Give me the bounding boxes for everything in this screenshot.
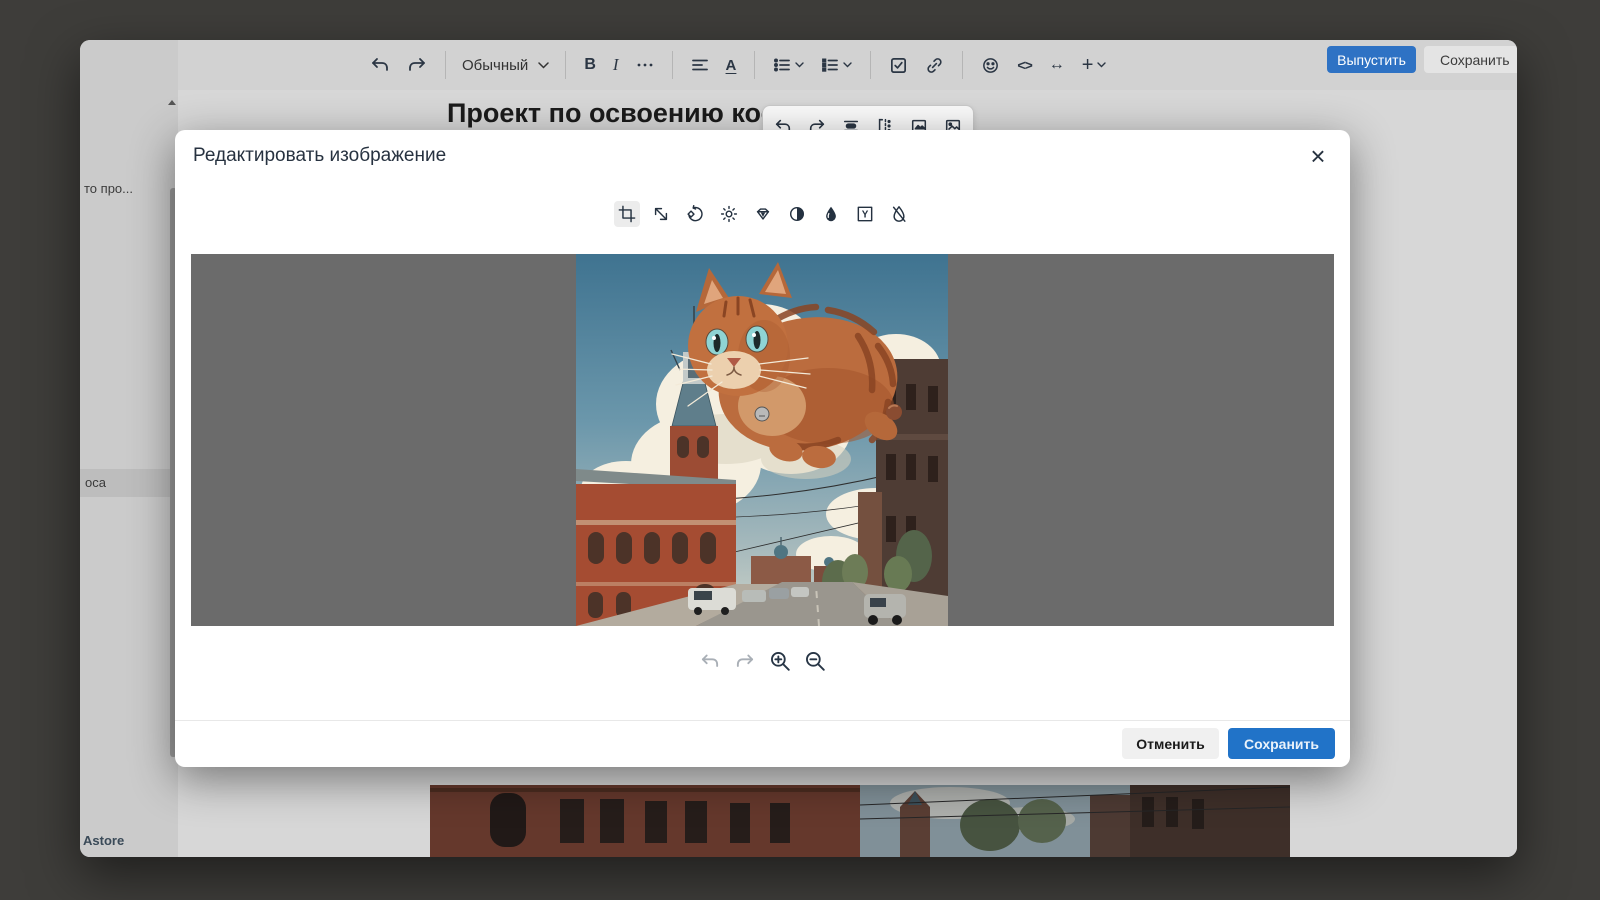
emoji-button[interactable] (979, 54, 1002, 77)
svg-text:Y: Y (861, 210, 868, 221)
more-options-button[interactable] (634, 54, 656, 76)
undo-button[interactable] (368, 53, 392, 77)
image-preview-area (191, 254, 1334, 626)
toolbar-separator (565, 51, 566, 79)
redo-button[interactable] (405, 53, 429, 77)
chevron-down-icon (1097, 62, 1106, 68)
close-icon[interactable]: × (1302, 140, 1334, 172)
modal-title: Редактировать изображение (193, 145, 446, 167)
document-embedded-image[interactable] (430, 785, 1290, 857)
chevron-down-icon (538, 62, 549, 69)
toolbar-separator (672, 51, 673, 79)
toolbar-separator (754, 51, 755, 79)
edit-image-modal: Редактировать изображение × (175, 130, 1350, 767)
document-title[interactable]: Проект по освоению кос (447, 98, 776, 129)
italic-button[interactable]: I (611, 53, 621, 77)
modal-footer-divider (175, 720, 1350, 721)
paragraph-style-dropdown[interactable]: Обычный (462, 57, 549, 74)
link-button[interactable] (923, 54, 946, 77)
image-tools-row: Y (175, 201, 1350, 227)
zoom-in-button[interactable] (769, 650, 791, 672)
zoom-out-button[interactable] (804, 650, 826, 672)
chevron-down-icon (843, 62, 852, 68)
saturation-tool-button[interactable] (818, 201, 844, 227)
resize-tool-button[interactable] (648, 201, 674, 227)
toolbar-separator (445, 51, 446, 79)
plus-icon: + (1082, 54, 1094, 77)
text-color-button[interactable]: A (724, 55, 739, 76)
paragraph-style-label: Обычный (462, 57, 528, 74)
toolbar-separator (962, 51, 963, 79)
brightness-tool-button[interactable] (716, 201, 742, 227)
screen: то про... оса Astore Обычный (0, 0, 1600, 900)
preview-controls (175, 650, 1350, 672)
rotate-tool-button[interactable] (682, 201, 708, 227)
crop-tool-button[interactable] (614, 201, 640, 227)
sidebar-item-active[interactable]: оса (80, 469, 178, 497)
numbered-list-button[interactable] (819, 54, 854, 76)
contrast-tool-button[interactable] (784, 201, 810, 227)
horizontal-rule-button[interactable]: ↔ (1047, 54, 1067, 76)
redo-edit-button[interactable] (734, 650, 756, 672)
sidebar-item-active-label: оса (85, 475, 106, 490)
undo-edit-button[interactable] (699, 650, 721, 672)
cancel-button[interactable]: Отменить (1122, 728, 1219, 759)
sidebar: то про... оса Astore (80, 40, 179, 857)
editor-toolbar: Обычный B I A (178, 40, 1517, 91)
sidebar-item-truncated[interactable]: то про... (84, 181, 133, 196)
sidebar-item-astore[interactable]: Astore (83, 833, 124, 848)
align-button[interactable] (689, 54, 711, 76)
bullet-list-button[interactable] (771, 54, 806, 76)
toolbar-separator (870, 51, 871, 79)
gamma-tool-button[interactable]: Y (852, 201, 878, 227)
checkbox-list-button[interactable] (887, 54, 910, 77)
code-button[interactable]: <> (1015, 55, 1033, 75)
vignette-off-tool-button[interactable] (886, 201, 912, 227)
save-draft-button[interactable]: Сохранить (1424, 46, 1517, 73)
scroll-up-icon[interactable] (168, 100, 176, 105)
edited-image[interactable] (576, 254, 948, 626)
clarity-tool-button[interactable] (750, 201, 776, 227)
insert-block-button[interactable]: + (1080, 52, 1109, 79)
chevron-down-icon (795, 62, 804, 68)
save-image-button[interactable]: Сохранить (1228, 728, 1335, 759)
bold-button[interactable]: B (582, 54, 598, 76)
publish-button[interactable]: Выпустить (1327, 46, 1416, 73)
